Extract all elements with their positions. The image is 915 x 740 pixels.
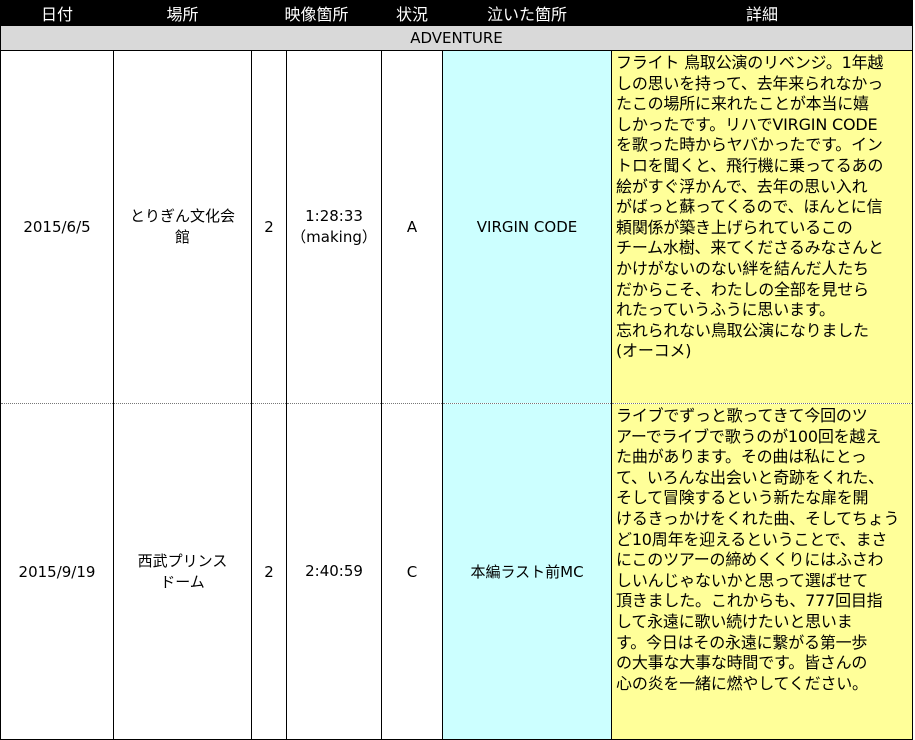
header-row: 日付 場所 映像箇所 状況 泣いた箇所 詳細: [0, 0, 914, 26]
detail-line: れたっていうふうに思います。: [616, 300, 835, 320]
detail-line: 頼関係が築き上げられているこの: [616, 217, 853, 237]
header-video-position: 映像箇所: [250, 0, 383, 26]
header-detail: 詳細: [611, 0, 914, 26]
time-line: 1:28:33: [305, 207, 363, 225]
detail-line: にこのツアーの締めくくりにはふさわ: [616, 550, 884, 570]
detail-line: アーでライブで歌うのが100回を越え: [616, 426, 882, 446]
log-table: 日付 場所 映像箇所 状況 泣いた箇所 詳細 ADVENTURE 2015/6/…: [0, 0, 914, 740]
time-cell[interactable]: 1:28:33 （making）: [285, 50, 383, 404]
detail-line: ライブでずっと歌ってきて今回のツ: [616, 406, 868, 425]
detail-line: 忘れられない鳥取公演になりました: [616, 320, 869, 340]
detail-line: ど10周年を迎えるということで、まさ: [616, 529, 888, 549]
cried-at-cell[interactable]: 本編ラスト前MC: [442, 403, 613, 740]
detail-line: がばっと蘇ってくるので、ほんとに信: [616, 197, 883, 217]
detail-line: しいんじゃないかと思って選ばせて: [616, 570, 869, 590]
venue-line: 館: [174, 228, 190, 246]
detail-line: だからこそ、わたしの全部を見せら: [616, 279, 869, 299]
date-cell[interactable]: 2015/9/19: [0, 403, 114, 740]
detail-line: しの思いを持って、去年来られなかっ: [616, 73, 884, 93]
header-venue: 場所: [113, 0, 252, 26]
detail-line: 絵がすぐ浮かんで、去年の思い入れ: [616, 176, 868, 196]
detail-line: たこの場所に来れたことが本当に嬉: [616, 94, 869, 114]
section-row: ADVENTURE: [0, 25, 914, 51]
time-line: 2:40:59: [305, 562, 363, 580]
detail-line: トロを聞くと、飛行機に乗ってるあの: [616, 155, 884, 175]
detail-line: の大事な大事な時間です。皆さんの: [616, 653, 868, 673]
time-cell[interactable]: 2:40:59: [285, 403, 383, 740]
detail-line: して永遠に歌い続けたいと思いま: [616, 611, 853, 631]
header-date: 日付: [0, 0, 114, 26]
venue-cell[interactable]: 西武プリンス ドーム: [113, 403, 252, 740]
detail-line: を歌った時からヤバかったです。イン: [616, 135, 883, 155]
detail-line: フライト 鳥取公演のリベンジ。1年越: [616, 53, 884, 72]
venue-line: 西武プリンス: [137, 551, 228, 570]
venue-line: ドーム: [160, 572, 205, 591]
header-cried-at: 泣いた箇所: [442, 0, 613, 26]
detail-line: しかったです。リハでVIRGIN CODE: [616, 114, 878, 134]
detail-line: 心の炎を一緒に燃やしてください。: [616, 673, 868, 693]
status-cell[interactable]: C: [381, 403, 444, 740]
disc-cell[interactable]: 2: [251, 403, 287, 740]
detail-line: 頂きました。これからも、777回目指: [616, 591, 883, 611]
detail-line: けるきっかけをくれた曲、そしてちょう: [616, 508, 900, 528]
date-cell[interactable]: 2015/6/5: [0, 50, 114, 404]
header-status: 状況: [381, 0, 444, 26]
disc-cell[interactable]: 2: [251, 50, 287, 404]
cried-at-cell[interactable]: VIRGIN CODE: [442, 50, 613, 404]
time-note: （making）: [291, 228, 377, 246]
detail-line: (オーコメ): [616, 341, 692, 361]
detail-line: す。今日はその永遠に繋がる第一歩: [616, 632, 868, 652]
venue-cell[interactable]: とりぎん文化会館: [113, 50, 252, 404]
detail-cell[interactable]: ライブでずっと歌ってきて今回のツ アーでライブで歌うのが100回を越え た曲があ…: [611, 403, 914, 740]
status-cell[interactable]: A: [381, 50, 444, 404]
venue-line: とりぎん文化会: [129, 207, 235, 225]
detail-line: チーム水樹、来てくださるみなさんと: [616, 238, 884, 258]
detail-line: た曲があります。その曲は私にとっ: [616, 447, 867, 467]
detail-line: そして冒険するという新たな扉を開: [616, 488, 869, 508]
section-label: ADVENTURE: [0, 25, 914, 51]
detail-cell[interactable]: フライト 鳥取公演のリベンジ。1年越 しの思いを持って、去年来られなかっ たこの…: [611, 50, 914, 404]
table-row: 2015/9/19 西武プリンス ドーム 2 2:40:59 C 本編ラスト前MC…: [0, 403, 914, 740]
table-row: 2015/6/5 とりぎん文化会館 2 1:28:33 （making） A VI…: [0, 50, 914, 404]
detail-line: て、いろんな出会いと奇跡をくれた、: [616, 467, 884, 487]
detail-line: かけがないのない絆を結んだ人たち: [616, 258, 869, 278]
